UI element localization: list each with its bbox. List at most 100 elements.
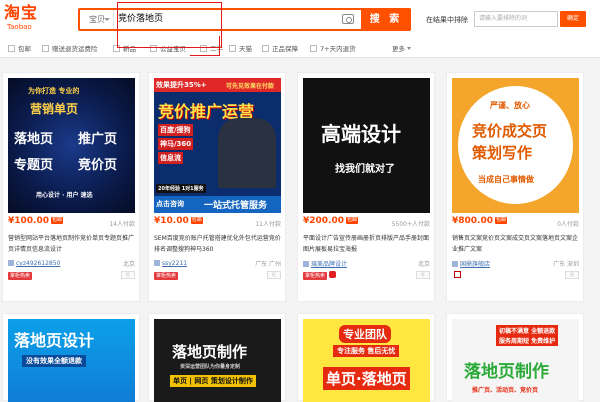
image-text: 专注服务 售后无忧: [333, 345, 400, 357]
image-text: 落地页制作: [172, 343, 248, 361]
image-text: 效果提升35%+: [156, 81, 207, 89]
hot-seller-badge: 掌柜热卖: [8, 272, 33, 280]
product-card[interactable]: 效果提升35%+ 可先见效果在付款 竞价推广运营 百度/搜狗 神马/360 信息…: [148, 72, 286, 302]
tmall-partner-icon: [454, 271, 461, 278]
image-text: 单页 | 网页 策划设计制作: [170, 375, 256, 387]
price-row: ¥10.00 包邮 11人付款: [154, 216, 281, 230]
badge-row: 掌柜热卖 旺: [303, 271, 430, 281]
sold-count: 0人付款: [557, 221, 579, 228]
image-text: 高端设计: [321, 122, 401, 146]
free-shipping-tag: 包邮: [190, 217, 203, 224]
product-title[interactable]: 营销型网站平台落地页制作竞价单页专题页推广页详情页信息流设计: [8, 233, 135, 257]
filter-return-insurance[interactable]: 赠送退货运费险: [42, 44, 98, 54]
product-image[interactable]: 为你打造 专业的 营销单页 落地页 推广页 专题页 竞价页 用心设计 · 用户 …: [8, 78, 135, 213]
location: 广东 深圳: [553, 261, 579, 268]
image-text: 点击咨询: [156, 200, 184, 208]
logo-text: 淘宝: [4, 3, 39, 22]
checkbox[interactable]: [310, 45, 317, 52]
image-text: 专题页: [14, 158, 54, 173]
search-button[interactable]: 搜 索: [361, 8, 411, 31]
camera-icon[interactable]: [342, 14, 354, 24]
filter-7day-return[interactable]: 7+天内退货: [310, 44, 356, 54]
checkbox[interactable]: [8, 45, 15, 52]
product-card[interactable]: 高端设计 找我们就对了 ¥200.00 包邮 5500+人付款 平面设计广告宣传册…: [297, 72, 435, 302]
product-image[interactable]: 落地页制作 资深运营团队为你量身定制 单页 | 网页 策划设计制作: [154, 319, 281, 402]
image-text: 为你打造 专业的: [28, 87, 80, 95]
price-row: ¥100.00 包邮 14人付款: [8, 216, 135, 230]
chat-icon[interactable]: 旺: [565, 271, 579, 279]
shop-icon: [452, 261, 458, 267]
checkbox[interactable]: [262, 45, 269, 52]
product-image[interactable]: 专业团队 专注服务 售后无忧 单页·落地页: [303, 319, 430, 402]
image-tag: 百度/搜狗: [158, 124, 193, 136]
image-text: 服务周期短 免费维护: [496, 335, 559, 346]
checkbox[interactable]: [42, 45, 49, 52]
heart-icon: [329, 271, 337, 278]
person-image: [218, 118, 276, 188]
shop-row: 璃美品牌设计 北京: [303, 259, 430, 269]
image-text: 落地页制作: [464, 362, 549, 382]
checkbox[interactable]: [229, 45, 236, 52]
filter-label: 正品保障: [272, 45, 298, 53]
filter-tmall[interactable]: 天猫: [229, 44, 252, 54]
logo-subtext: Taobao: [7, 23, 32, 31]
shop-name[interactable]: ssy2211: [162, 260, 187, 267]
image-tag: 神马/360: [158, 138, 194, 150]
image-text: 一站式托管服务: [204, 201, 268, 211]
filter-bar: 包邮 赠送退货运费险 新品 公益宝贝 二手 天猫 正品保障 7+天内退货 更多: [0, 40, 600, 58]
chevron-down-icon: [407, 47, 411, 50]
product-image[interactable]: 效果提升35%+ 可先见效果在付款 竞价推广运营 百度/搜狗 神马/360 信息…: [154, 78, 281, 213]
location: 广东 广州: [255, 261, 281, 268]
annotation-box-tail: [190, 36, 220, 56]
product-image[interactable]: 高端设计 找我们就对了: [303, 78, 430, 213]
image-text: 推广页: [78, 132, 118, 147]
image-text: 落地页设计: [14, 331, 95, 350]
image-text: 资深运营团队为你量身定制: [180, 364, 241, 370]
filter-baoyou[interactable]: 包邮: [8, 44, 31, 54]
product-title[interactable]: 销售页文案竞价页文案成交页文案落地页文案企业推广文案: [452, 233, 579, 257]
price-row: ¥800.00 包邮 0人付款: [452, 216, 579, 230]
exclude-label: 在结果中排除: [426, 16, 468, 24]
shop-name[interactable]: cyz492612850: [16, 260, 60, 267]
product-card[interactable]: 落地页设计 没有效果全额退款: [2, 313, 140, 402]
product-image[interactable]: 初稿不满意 全额退款 服务周期短 免费维护 落地页制作 推广页、活动页、竞价页: [452, 319, 579, 402]
shop-name[interactable]: 璃美品牌设计: [311, 261, 347, 268]
chat-icon[interactable]: 旺: [416, 271, 430, 279]
sold-count: 11人付款: [255, 221, 281, 228]
shop-row: 国鼎旗舰店 广东 深圳: [452, 259, 579, 269]
confirm-button[interactable]: 确定: [560, 11, 586, 27]
badge-row: 掌柜热卖 旺: [154, 271, 281, 281]
chevron-down-icon: [104, 18, 110, 21]
image-text: 策划写作: [472, 144, 533, 162]
shop-row: ssy2211 广东 广州: [154, 259, 281, 269]
filter-label: 包邮: [18, 45, 31, 53]
badge-row: 掌柜热卖 旺: [8, 271, 135, 281]
image-text: 落地页: [14, 132, 54, 147]
product-title[interactable]: SEM百度竞价账户托管搭建优化外包代运营竞价排名调整搜狗神马360: [154, 233, 281, 257]
more-filters-button[interactable]: 更多: [392, 44, 411, 54]
price: ¥800.00: [452, 216, 493, 226]
price: ¥100.00: [8, 216, 49, 226]
product-card[interactable]: 落地页制作 资深运营团队为你量身定制 单页 | 网页 策划设计制作: [148, 313, 286, 402]
chat-icon[interactable]: 旺: [121, 271, 135, 279]
shop-name[interactable]: 国鼎旗舰店: [460, 261, 490, 268]
product-image[interactable]: 落地页设计 没有效果全额退款: [8, 319, 135, 402]
product-title[interactable]: 平面设计广告宣传册画册折页排版产品手册封面图片展板易拉宝海报: [303, 233, 430, 257]
price: ¥200.00: [303, 216, 344, 226]
image-text: 单页·落地页: [323, 367, 410, 390]
exclude-input[interactable]: 请输入要排除的词: [474, 11, 558, 27]
chat-icon[interactable]: 旺: [267, 271, 281, 279]
search-type-select[interactable]: 宝贝: [80, 10, 114, 29]
location: 北京: [122, 261, 135, 268]
image-text: 推广页、活动页、竞价页: [472, 387, 539, 394]
badge-row: 旺: [452, 271, 579, 281]
image-text: 找我们就对了: [335, 164, 395, 175]
product-card[interactable]: 严谨、放心 竞价成交页 策划写作 当成自己事情做 ¥800.00 包邮 0人付款 …: [446, 72, 584, 302]
product-card[interactable]: 专业团队 专注服务 售后无忧 单页·落地页: [297, 313, 435, 402]
product-image[interactable]: 严谨、放心 竞价成交页 策划写作 当成自己事情做: [452, 78, 579, 213]
product-card[interactable]: 初稿不满意 全额退款 服务周期短 免费维护 落地页制作 推广页、活动页、竞价页: [446, 313, 584, 402]
product-card[interactable]: 为你打造 专业的 营销单页 落地页 推广页 专题页 竞价页 用心设计 · 用户 …: [2, 72, 140, 302]
filter-genuine[interactable]: 正品保障: [262, 44, 298, 54]
taobao-logo[interactable]: 淘宝 Taobao: [4, 4, 50, 34]
image-text: 严谨、放心: [490, 101, 530, 110]
